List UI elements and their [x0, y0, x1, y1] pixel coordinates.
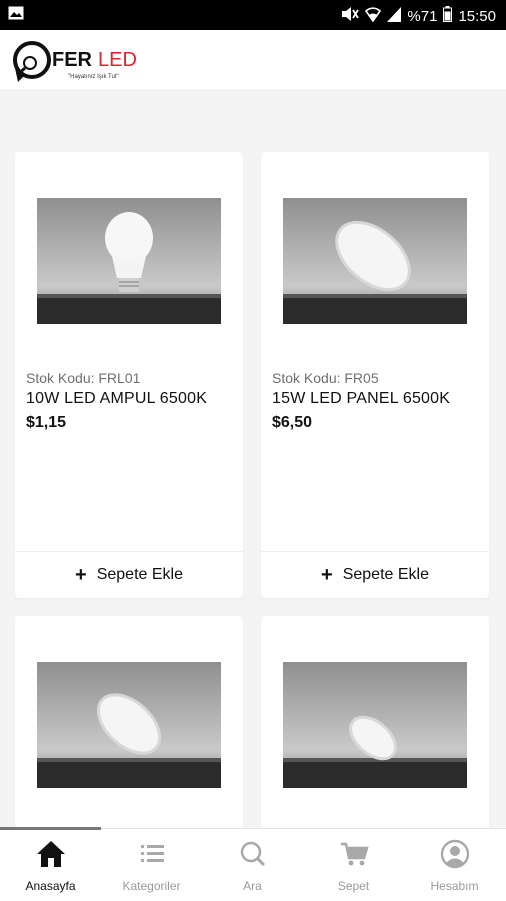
nav-cart[interactable]: Sepet — [303, 829, 404, 901]
nav-home[interactable]: Anasayfa — [0, 829, 101, 901]
mute-icon — [341, 6, 360, 26]
nav-label: Ara — [243, 879, 262, 893]
logo-text-fer: FER — [52, 49, 93, 71]
product-name[interactable]: 10W LED AMPUL 6500K — [26, 390, 207, 408]
nav-label: Kategoriler — [122, 879, 181, 893]
add-to-cart-label: Sepete Ekle — [96, 566, 183, 583]
product-price: $6,50 — [272, 414, 313, 431]
battery-icon — [443, 6, 453, 26]
product-image[interactable] — [37, 662, 221, 788]
list-icon — [136, 839, 168, 869]
bottom-navigation: Anasayfa Kategoriler Ara Sepet Hesabım — [0, 827, 506, 901]
account-icon — [439, 839, 471, 869]
app-header: FER LED "Hayatınız Işık Tut" — [0, 30, 506, 91]
add-to-cart-button[interactable]: + Sepete Ekle — [261, 551, 489, 598]
search-icon — [237, 839, 269, 869]
product-card[interactable] — [261, 616, 489, 828]
logo-tagline: "Hayatınız Işık Tut" — [68, 74, 119, 80]
status-bar: %71 15:50 — [0, 0, 506, 30]
logo-text-led: LED — [98, 49, 137, 71]
wifi-icon — [365, 6, 382, 26]
product-name[interactable]: 15W LED PANEL 6500K — [272, 390, 450, 408]
product-price: $1,15 — [26, 414, 67, 431]
nav-search[interactable]: Ara — [202, 829, 303, 901]
add-to-cart-label: Sepete Ekle — [342, 566, 429, 583]
signal-icon — [387, 6, 402, 26]
nav-label: Anasayfa — [25, 879, 76, 893]
plus-icon: + — [321, 564, 333, 586]
plus-icon: + — [75, 564, 87, 586]
cart-icon — [338, 839, 370, 869]
product-code: Stok Kodu: FR05 — [272, 370, 379, 386]
nav-label: Hesabım — [430, 879, 479, 893]
add-to-cart-button[interactable]: + Sepete Ekle — [15, 551, 243, 598]
ferled-logo[interactable]: FER LED "Hayatınız Işık Tut" — [12, 38, 142, 86]
home-icon — [35, 839, 67, 869]
product-image[interactable] — [283, 662, 467, 788]
product-grid: Stok Kodu: FRL01 10W LED AMPUL 6500K $1,… — [0, 92, 506, 828]
nav-label: Sepet — [337, 879, 370, 893]
image-icon — [8, 6, 24, 24]
product-card[interactable]: Stok Kodu: FR05 15W LED PANEL 6500K $6,5… — [261, 152, 489, 598]
product-code: Stok Kodu: FRL01 — [26, 370, 141, 386]
nav-categories[interactable]: Kategoriler — [101, 829, 202, 901]
product-card[interactable] — [15, 616, 243, 828]
product-card[interactable]: Stok Kodu: FRL01 10W LED AMPUL 6500K $1,… — [15, 152, 243, 598]
product-image[interactable] — [283, 198, 467, 324]
battery-text: %71 — [407, 7, 438, 25]
clock: 15:50 — [458, 7, 496, 25]
product-image[interactable] — [37, 198, 221, 324]
nav-account[interactable]: Hesabım — [404, 829, 505, 901]
